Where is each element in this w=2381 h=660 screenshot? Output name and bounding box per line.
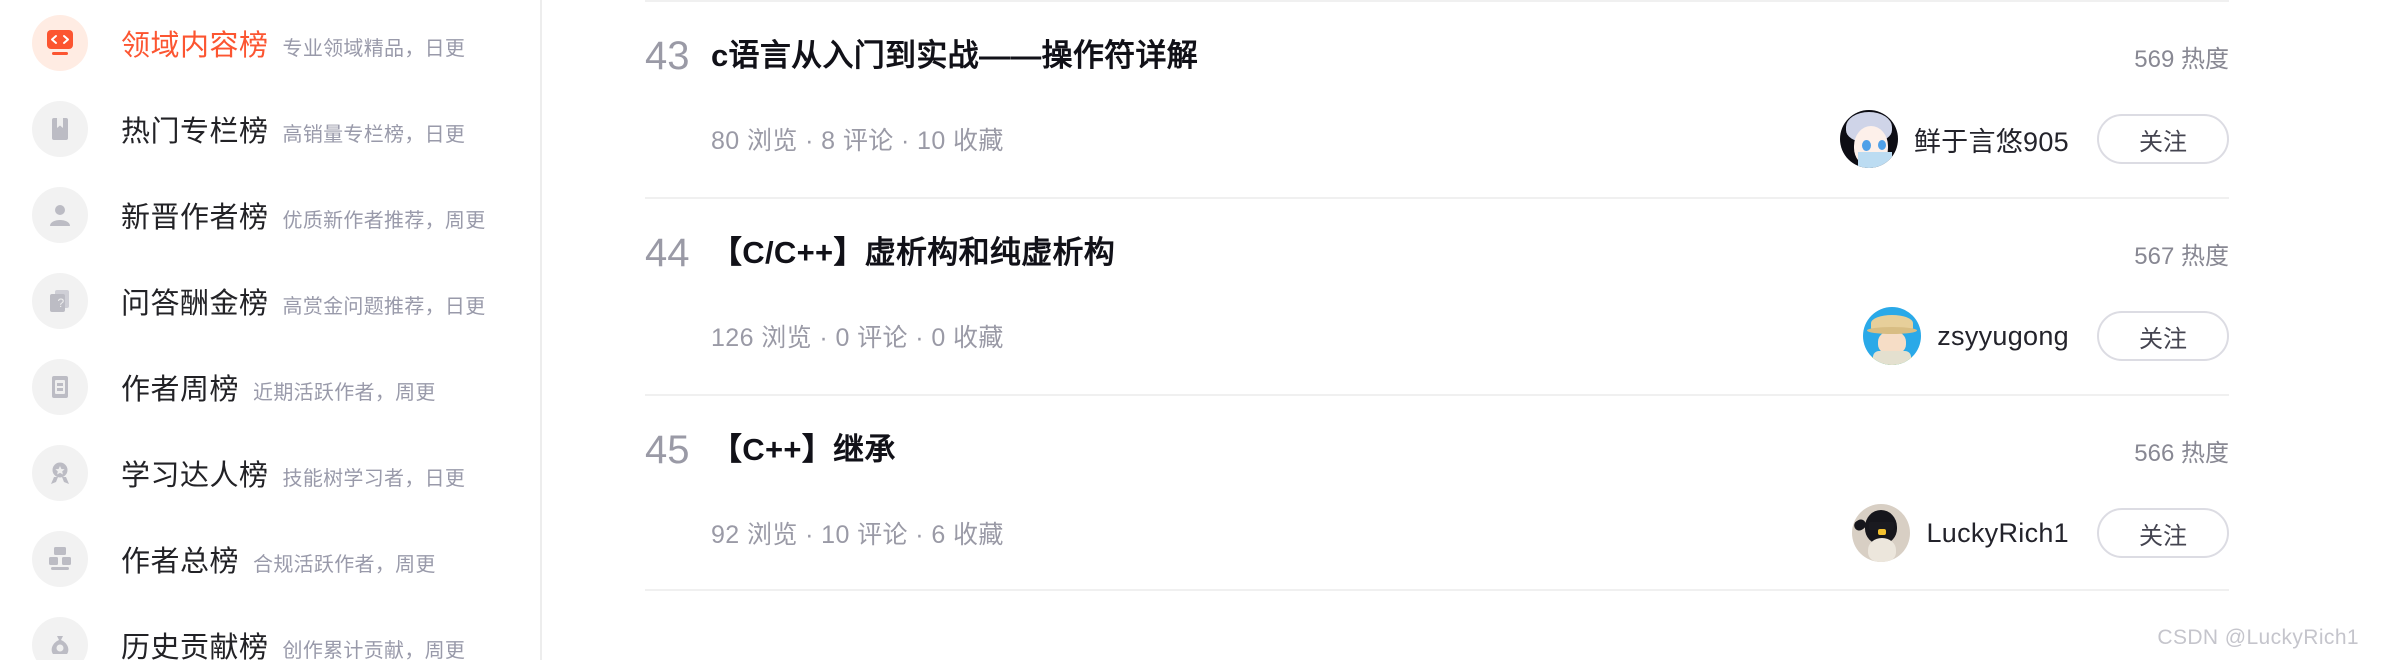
sidebar-item-texts: 历史贡献榜 创作累计贡献，周更	[121, 624, 465, 660]
author-block: LuckyRich1 关注	[1852, 504, 2229, 562]
article-title-link[interactable]: 【C++】继承	[711, 424, 2134, 476]
avatar[interactable]	[1863, 307, 1922, 365]
sidebar-item-author-total[interactable]: 作者总榜 合规活跃作者，周更	[0, 516, 540, 602]
ranking-page: 领域内容榜 专业领域精品，日更 热门专栏榜 高销量专栏榜，日更 新晋作者榜 优质…	[0, 0, 2381, 660]
sidebar-item-subtitle: 合规活跃作者，周更	[253, 554, 436, 576]
sidebar-item-author-weekly[interactable]: 作者周榜 近期活跃作者，周更	[0, 344, 540, 430]
article-stats: 92 浏览 · 10 评论 · 6 收藏	[711, 521, 1004, 549]
sidebar-item-domain-content[interactable]: 领域内容榜 专业领域精品，日更	[0, 0, 540, 86]
article-title-link[interactable]: 【C/C++】虚析构和纯虚析构	[711, 227, 2134, 279]
author-name-link[interactable]: 鲜于言悠905	[1914, 120, 2069, 159]
sidebar-item-texts: 领域内容榜 专业领域精品，日更	[121, 22, 465, 64]
row-footer: 92 浏览 · 10 评论 · 6 收藏 LuckyRich1 关注	[645, 502, 2229, 564]
table-row[interactable]: 45 【C++】继承 566 热度 92 浏览 · 10 评论 · 6 收藏 L…	[645, 394, 2229, 591]
sidebar-item-subtitle: 技能树学习者，日更	[282, 468, 466, 490]
row-header: 43 c语言从入门到实战——操作符详解 569 热度	[645, 2, 2229, 86]
author-name-link[interactable]: zsyyugong	[1937, 321, 2069, 352]
avatar[interactable]	[1839, 110, 1898, 168]
author-block: 鲜于言悠905 关注	[1839, 110, 2229, 168]
week-badge-icon	[32, 359, 88, 415]
question-card-icon: ?	[32, 273, 88, 329]
rank-number: 43	[645, 34, 690, 78]
sidebar-item-title: 作者周榜	[121, 374, 240, 406]
sidebar-item-history-contribution[interactable]: 历史贡献榜 创作累计贡献，周更	[0, 602, 540, 660]
rank-number: 44	[645, 231, 690, 275]
main-content: 43 c语言从入门到实战——操作符详解 569 热度 80 浏览 · 8 评论 …	[542, 0, 2381, 660]
sidebar-item-texts: 作者总榜 合规活跃作者，周更	[121, 538, 436, 580]
author-block: zsyyugong 关注	[1863, 307, 2229, 365]
sidebar-item-subtitle: 专业领域精品，日更	[282, 38, 466, 60]
sidebar-item-subtitle: 高销量专栏榜，日更	[282, 124, 466, 146]
row-footer: 126 浏览 · 0 评论 · 0 收藏 zsyyugong 关注	[645, 305, 2229, 367]
article-stats: 80 浏览 · 8 评论 · 10 收藏	[711, 127, 1004, 155]
sidebar-item-title: 领域内容榜	[121, 30, 269, 62]
follow-button[interactable]: 关注	[2097, 114, 2229, 164]
sidebar-item-texts: 问答酬金榜 高赏金问题推荐，日更	[121, 280, 486, 322]
sidebar-item-subtitle: 优质新作者推荐，周更	[282, 210, 486, 232]
sidebar-item-hot-column[interactable]: 热门专栏榜 高销量专栏榜，日更	[0, 86, 540, 172]
heat-value: 569 热度	[2134, 46, 2229, 73]
sidebar-item-new-author[interactable]: 新晋作者榜 优质新作者推荐，周更	[0, 172, 540, 258]
book-icon	[32, 101, 88, 157]
sidebar-item-texts: 学习达人榜 技能树学习者，日更	[121, 452, 465, 494]
sidebar: 领域内容榜 专业领域精品，日更 热门专栏榜 高销量专栏榜，日更 新晋作者榜 优质…	[0, 0, 542, 660]
rank-number: 45	[645, 428, 690, 472]
sidebar-item-title: 问答酬金榜	[121, 288, 269, 320]
table-row[interactable]: 43 c语言从入门到实战——操作符详解 569 热度 80 浏览 · 8 评论 …	[645, 0, 2229, 197]
row-footer: 80 浏览 · 8 评论 · 10 收藏 鲜于言悠905 关注	[645, 108, 2229, 170]
sidebar-item-subtitle: 近期活跃作者，周更	[253, 382, 436, 404]
sidebar-item-title: 学习达人榜	[121, 460, 269, 492]
sidebar-item-texts: 作者周榜 近期活跃作者，周更	[121, 366, 436, 408]
author-name-link[interactable]: LuckyRich1	[1926, 518, 2069, 549]
follow-button[interactable]: 关注	[2097, 311, 2229, 361]
row-header: 45 【C++】继承 566 热度	[645, 396, 2229, 480]
avatar[interactable]	[1852, 504, 1911, 562]
svg-text:?: ?	[58, 296, 65, 310]
article-stats: 126 浏览 · 0 评论 · 0 收藏	[711, 324, 1004, 352]
watermark: CSDN @LuckyRich1	[2157, 626, 2359, 649]
ranking-list: 43 c语言从入门到实战——操作符详解 569 热度 80 浏览 · 8 评论 …	[645, 0, 2229, 591]
user-icon	[32, 187, 88, 243]
heat-value: 567 热度	[2134, 243, 2229, 270]
sidebar-item-title: 历史贡献榜	[121, 632, 269, 660]
follow-button[interactable]: 关注	[2097, 508, 2229, 558]
code-brackets-icon	[32, 15, 88, 71]
sidebar-item-subtitle: 创作累计贡献，周更	[282, 640, 466, 660]
sidebar-item-title: 新晋作者榜	[121, 202, 269, 234]
money-bag-icon	[32, 617, 88, 660]
medal-icon	[32, 445, 88, 501]
sidebar-item-texts: 热门专栏榜 高销量专栏榜，日更	[121, 108, 465, 150]
table-row[interactable]: 44 【C/C++】虚析构和纯虚析构 567 热度 126 浏览 · 0 评论 …	[645, 197, 2229, 394]
sidebar-item-qa-bounty[interactable]: ? 问答酬金榜 高赏金问题推荐，日更	[0, 258, 540, 344]
row-header: 44 【C/C++】虚析构和纯虚析构 567 热度	[645, 199, 2229, 283]
sidebar-item-subtitle: 高赏金问题推荐，日更	[282, 296, 486, 318]
heat-value: 566 热度	[2134, 440, 2229, 467]
sidebar-item-title: 热门专栏榜	[121, 116, 269, 148]
article-title-link[interactable]: c语言从入门到实战——操作符详解	[711, 30, 2134, 82]
sidebar-item-learning-master[interactable]: 学习达人榜 技能树学习者，日更	[0, 430, 540, 516]
sidebar-item-title: 作者总榜	[121, 546, 240, 578]
sidebar-item-texts: 新晋作者榜 优质新作者推荐，周更	[121, 194, 486, 236]
total-badge-icon	[32, 531, 88, 587]
